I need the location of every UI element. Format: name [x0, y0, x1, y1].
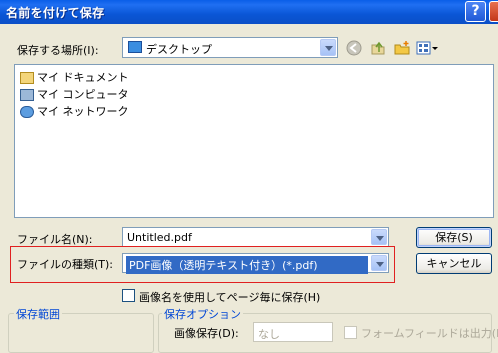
desktop-icon: [128, 41, 142, 53]
window-title: 名前を付けて保存: [6, 6, 105, 20]
save-per-page-label: 画像名を使用してページ毎に保存(H): [139, 291, 321, 304]
list-item[interactable]: マイ ドキュメント: [20, 69, 129, 85]
list-item[interactable]: マイ コンピュータ: [20, 86, 129, 102]
image-save-value: なし: [258, 328, 280, 341]
save-options-title: 保存オプション: [162, 306, 243, 322]
filetype-value: PDF画像（透明テキスト付き）(*.pdf): [126, 256, 368, 274]
location-combo[interactable]: デスクトップ: [122, 37, 338, 58]
save-button[interactable]: 保存(S): [416, 227, 492, 248]
up-folder-icon[interactable]: [370, 40, 386, 56]
help-button[interactable]: ?: [465, 1, 486, 22]
list-item[interactable]: マイ ネットワーク: [20, 103, 129, 119]
my-computer-icon: [20, 89, 34, 101]
save-range-title: 保存範囲: [14, 306, 62, 322]
save-per-page-checkbox[interactable]: [122, 289, 135, 302]
back-icon[interactable]: [346, 40, 362, 56]
my-network-icon: [20, 106, 34, 118]
image-save-label: 画像保存(D):: [174, 327, 239, 340]
file-list[interactable]: マイ ドキュメント マイ コンピュータ マイ ネットワーク: [14, 64, 494, 218]
my-documents-icon: [20, 72, 34, 84]
filetype-dropdown-button[interactable]: [371, 255, 387, 271]
location-value: デスクトップ: [146, 43, 212, 56]
image-save-combo[interactable]: なし: [253, 322, 333, 342]
view-menu-icon[interactable]: [416, 40, 438, 56]
new-folder-icon[interactable]: [394, 40, 410, 56]
filename-label: ファイル名(N):: [17, 233, 93, 246]
filename-dropdown-button[interactable]: [371, 229, 387, 245]
form-field-checkbox[interactable]: [344, 326, 357, 339]
filetype-label: ファイルの種類(T):: [17, 258, 114, 271]
form-field-label: フォームフィールドは出力(E): [361, 327, 498, 340]
location-label: 保存する場所(I):: [17, 44, 99, 57]
list-item-label: マイ ドキュメント: [37, 71, 129, 84]
cancel-button[interactable]: キャンセル: [416, 253, 492, 274]
list-item-label: マイ コンピュータ: [37, 88, 129, 101]
filename-input[interactable]: Untitled.pdf: [127, 231, 192, 244]
location-dropdown-button[interactable]: [320, 39, 336, 56]
filetype-combo[interactable]: PDF画像（透明テキスト付き）(*.pdf): [122, 253, 389, 274]
close-button[interactable]: [489, 1, 498, 22]
list-item-label: マイ ネットワーク: [37, 105, 129, 118]
title-bar: 名前を付けて保存 ?: [0, 0, 498, 24]
filename-combo[interactable]: Untitled.pdf: [122, 227, 389, 247]
